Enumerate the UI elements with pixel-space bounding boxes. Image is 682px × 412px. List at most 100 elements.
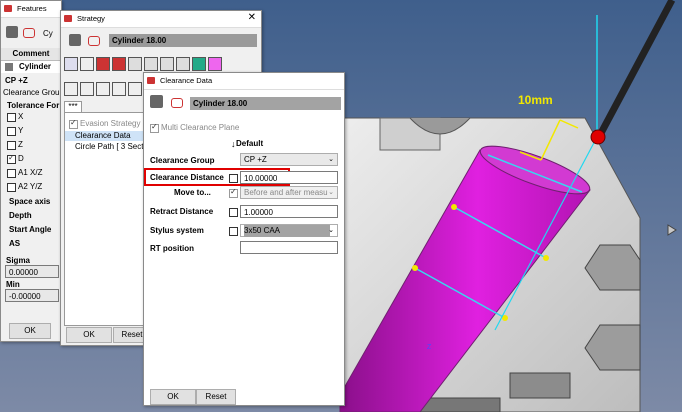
tool-icon[interactable] [64, 57, 78, 71]
row-icon [5, 63, 13, 71]
check-x[interactable] [7, 113, 16, 122]
cylinder-row-label: Cylinder [19, 62, 52, 71]
tab-label: *** [68, 102, 78, 111]
dimension-label: 10mm [518, 93, 553, 107]
strategy-tree: Evasion Strategy Clearance Data Circle P… [64, 112, 148, 326]
comment-header: Comment [1, 48, 61, 61]
min-value[interactable]: -0.00000 [5, 289, 59, 302]
check-y-label: Y [18, 126, 24, 135]
features-ok-button[interactable]: OK [9, 323, 51, 339]
tool-icon[interactable] [96, 57, 110, 71]
clearance-ok-button[interactable]: OK [150, 389, 196, 405]
move-to-select[interactable]: Before and after measu ⌄ [240, 186, 338, 199]
clearance-title: Clearance Data [160, 76, 213, 85]
evasion-label: Evasion Strategy [80, 119, 141, 128]
features-titlebar[interactable]: Features [1, 1, 61, 18]
check-y[interactable] [7, 127, 16, 136]
cylinder-row[interactable]: Cylinder [1, 61, 61, 73]
check-a1[interactable] [7, 169, 16, 178]
strategy-title: Strategy [77, 14, 105, 23]
sigma-label: Sigma [6, 256, 31, 265]
multi-plane-checkbox[interactable] [150, 122, 159, 133]
check-x-label: X [18, 112, 24, 121]
tool-icon[interactable] [80, 82, 94, 96]
tool-icon[interactable] [128, 57, 142, 71]
probe-icon [171, 98, 183, 108]
tree-item-clearance-data[interactable]: Clearance Data [65, 131, 145, 141]
sigma-value[interactable]: 0.00000 [5, 265, 59, 278]
app-icon [147, 77, 155, 84]
strategy-titlebar[interactable]: Strategy ✕ [61, 11, 261, 28]
as-label: AS [9, 239, 21, 248]
tool-icon[interactable] [112, 57, 126, 71]
tool-icon[interactable] [64, 82, 78, 96]
strategy-ok-button[interactable]: OK [66, 327, 112, 343]
check-a2[interactable] [7, 183, 16, 192]
clearance-distance-default-checkbox[interactable] [229, 174, 238, 183]
tool-icon[interactable] [160, 57, 174, 71]
move-to-label: Move to... [174, 188, 211, 197]
check-z[interactable] [7, 141, 16, 150]
strategy-toolbar-1 [64, 56, 254, 72]
stylus-ball [590, 129, 606, 145]
cp-value: CP +Z [5, 76, 28, 85]
cylinder-icon [6, 26, 18, 38]
stylus-default-checkbox[interactable] [229, 227, 238, 236]
features-comment-text: Cy [43, 29, 53, 38]
check-z-label: Z [18, 140, 23, 149]
tool-icon[interactable] [128, 82, 142, 96]
stylus-system-value: 3x50 CAA [244, 225, 330, 237]
move-to-value: Before and after measu [244, 188, 328, 197]
clearance-distance-label: Clearance Distance [150, 173, 224, 182]
clearance-distance-input[interactable]: 10.00000 [240, 171, 338, 184]
clearance-group-select[interactable]: CP +Z ⌄ [240, 153, 338, 166]
tool-icon[interactable] [192, 57, 206, 71]
tree-item-label: Clearance Data [75, 131, 131, 140]
retract-distance-input[interactable]: 1.00000 [240, 205, 338, 218]
tool-icon[interactable] [80, 57, 94, 71]
start-angle-label: Start Angle [9, 225, 52, 234]
tolerance-label: Tolerance For [7, 101, 60, 110]
min-label: Min [6, 280, 20, 289]
multi-plane-label: Multi Clearance Plane [161, 123, 240, 132]
stylus-system-label: Stylus system [150, 226, 204, 235]
depth-label: Depth [9, 211, 32, 220]
chevron-down-icon: ⌄ [328, 189, 334, 196]
rt-position-input[interactable] [240, 241, 338, 254]
close-icon[interactable]: ✕ [248, 12, 256, 23]
check-d[interactable] [7, 153, 16, 164]
tool-icon[interactable] [96, 82, 110, 96]
tree-item-label: Circle Path [ 3 Secti [75, 142, 146, 151]
tool-icon[interactable] [208, 57, 222, 71]
stylus-system-select[interactable]: 3x50 CAA ⌄ [240, 224, 338, 237]
default-arrow-icon: ↓ [231, 139, 236, 149]
clearance-reset-button[interactable]: Reset [196, 389, 236, 405]
strategy-feature-name: Cylinder 18.00 [109, 34, 257, 47]
check-a2-label: A2 Y/Z [18, 182, 43, 191]
features-title: Features [17, 4, 47, 13]
tool-icon[interactable] [144, 57, 158, 71]
cylinder-icon [69, 34, 81, 46]
space-axis-label: Space axis [9, 197, 51, 206]
move-to-default-checkbox[interactable] [229, 187, 238, 198]
rt-position-label: RT position [150, 244, 194, 253]
clearance-group-label: Clearance Group [3, 88, 64, 97]
tree-item-circle-path[interactable]: Circle Path [ 3 Secti [65, 142, 145, 152]
check-a1-label: A1 X/Z [18, 168, 43, 177]
chevron-down-icon: ⌄ [328, 156, 334, 163]
probe-icon [23, 28, 35, 38]
block-base-cut [509, 372, 571, 399]
app-icon [64, 15, 72, 22]
retract-default-checkbox[interactable] [229, 208, 238, 217]
check-d-label: D [18, 154, 24, 163]
cylinder-icon [150, 95, 163, 108]
tool-icon[interactable] [112, 82, 126, 96]
evasion-checkbox[interactable] [69, 118, 78, 129]
clearance-group-value: CP +Z [244, 155, 267, 164]
tool-icon[interactable] [176, 57, 190, 71]
probe-icon [88, 36, 100, 46]
clearance-group-label: Clearance Group [150, 156, 215, 165]
axis-label: Z [427, 344, 432, 351]
features-window: Features Cy Comment Cylinder CP +Z Clear… [0, 0, 64, 342]
clearance-titlebar[interactable]: Clearance Data [144, 73, 344, 90]
